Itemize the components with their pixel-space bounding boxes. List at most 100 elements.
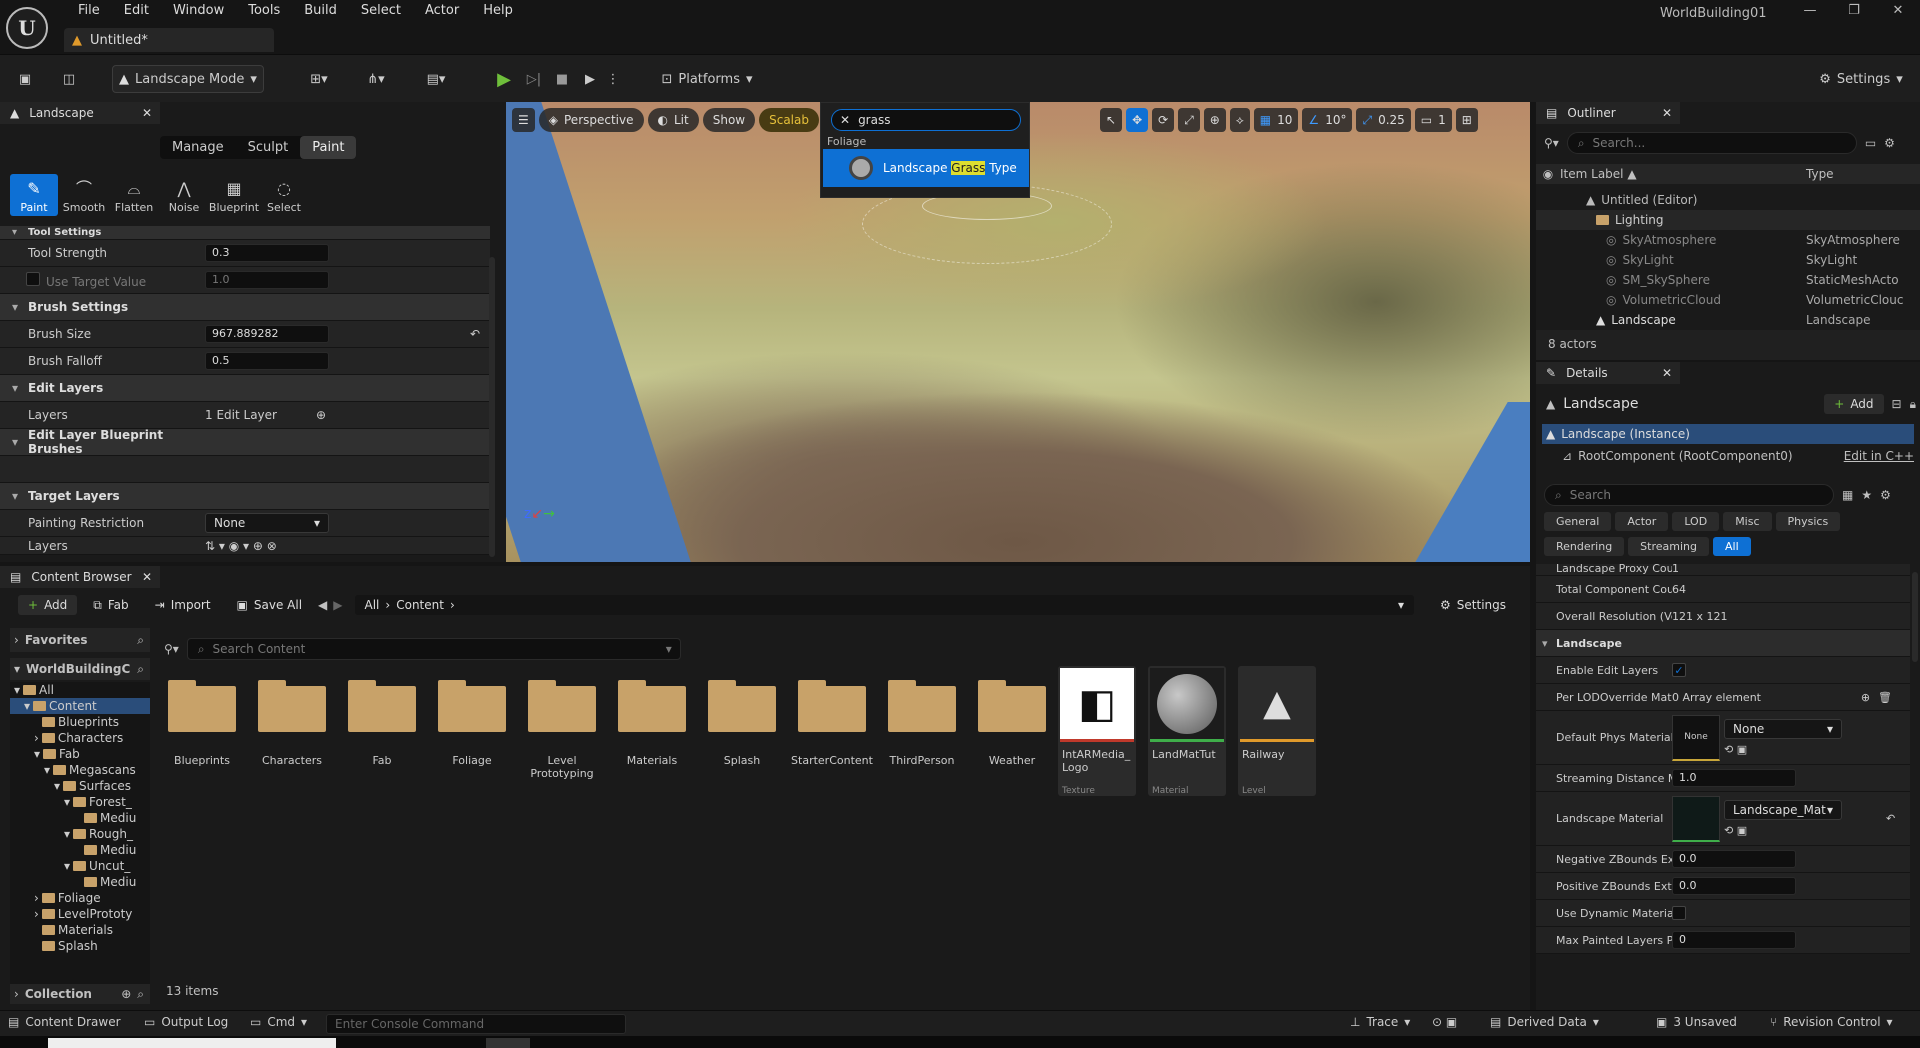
landscape-panel-tab[interactable]: ▲ Landscape ✕ (0, 102, 160, 124)
back-icon[interactable]: ◀ (318, 598, 327, 612)
tree-item[interactable]: ▾ Forest_ (10, 794, 150, 810)
landscape-material-dropdown[interactable]: Landscape_Mat ▾ (1724, 800, 1842, 820)
add-layer-icon[interactable]: ⊕ (316, 408, 326, 422)
target-value-input[interactable]: 1.0 (205, 271, 329, 289)
tree-item[interactable]: ▾ Megascans (10, 762, 150, 778)
scale-icon[interactable]: ⤢ (1178, 108, 1200, 132)
col-type[interactable]: Type (1806, 167, 1834, 181)
scrollbar[interactable] (1912, 572, 1918, 662)
folder-tile[interactable]: Blueprints (168, 670, 258, 800)
lock-icon[interactable]: 🔒︎ (1910, 397, 1916, 412)
section-edit-layers[interactable]: Edit Layers (0, 375, 490, 402)
section-landscape[interactable]: Landscape (1536, 630, 1910, 657)
table-view-icon[interactable]: ▦ (1842, 488, 1853, 502)
popup-result-item[interactable]: Landscape Grass Type (823, 149, 1029, 187)
step-icon[interactable]: ▷| (520, 65, 548, 93)
clear-search-icon[interactable]: ✕ (840, 113, 850, 127)
restore-icon[interactable]: ❐ (1832, 0, 1876, 22)
menu-help[interactable]: Help (471, 3, 525, 19)
project-root-header[interactable]: ▾ WorldBuildingC ⌕ (10, 658, 150, 680)
filter-lod[interactable]: LOD (1672, 512, 1720, 531)
settings-dropdown[interactable]: ⚙ Settings ▾ (1808, 65, 1914, 93)
asset-tile-level[interactable]: ▲ Railway Level (1238, 666, 1316, 796)
tab-sculpt[interactable]: Sculpt (236, 136, 301, 159)
status-icons[interactable]: ⊙ ▣ (1432, 1015, 1457, 1029)
section-target-layers[interactable]: Target Layers (0, 483, 490, 510)
use-dynamic-material-checkbox[interactable] (1672, 906, 1686, 920)
asset-tile-material[interactable]: LandMatTut Material (1148, 666, 1226, 796)
tree-item[interactable]: Mediu (10, 810, 150, 826)
close-icon[interactable]: ✕ (1662, 366, 1680, 380)
search-icon[interactable]: ⌕ (137, 662, 144, 677)
browse-icon[interactable]: ◫ (58, 65, 80, 93)
search-icon[interactable]: ⌕ (137, 987, 144, 1002)
stop-icon[interactable]: ■ (550, 65, 574, 93)
search-icon[interactable]: ⌕ (137, 633, 144, 648)
console-command-input[interactable]: Enter Console Command (326, 1014, 626, 1034)
content-search-input[interactable]: ⌕ Search Content ▾ (186, 638, 681, 660)
outliner-row[interactable]: ◎ SkyLight SkyLight (1536, 250, 1920, 270)
brush-falloff-input[interactable]: 0.5 (205, 352, 329, 370)
scrollbar[interactable] (489, 257, 495, 557)
eject-icon[interactable]: ▶ (576, 65, 604, 93)
save-icon[interactable]: ▣ (14, 65, 36, 93)
tree-item[interactable]: ▾ Uncut_ (10, 858, 150, 874)
blueprints-icon[interactable]: ⋔▾ (356, 65, 396, 93)
tree-item[interactable]: Blueprints (10, 714, 150, 730)
tree-item[interactable]: ▾ Surfaces (10, 778, 150, 794)
negative-zbounds-input[interactable]: 0.0 (1672, 850, 1796, 868)
tree-item[interactable]: Materials (10, 922, 150, 938)
tool-select[interactable]: ◌ Select (260, 174, 308, 216)
outliner-row-world[interactable]: ▲ Untitled (Editor) (1536, 190, 1920, 210)
close-icon[interactable]: ✕ (142, 570, 160, 584)
reset-icon[interactable]: ↶ (1886, 812, 1895, 825)
rotate-icon[interactable]: ⟳ (1152, 108, 1175, 132)
painting-restriction-dropdown[interactable]: None ▾ (205, 513, 329, 533)
menu-build[interactable]: Build (292, 3, 349, 19)
collections-header[interactable]: › Collection ⊕ ⌕ (10, 984, 150, 1004)
cinematics-icon[interactable]: ▤▾ (414, 65, 458, 93)
details-search-input[interactable]: ⌕ Search (1544, 484, 1834, 506)
section-edit-layer-bp-brushes[interactable]: Edit Layer Blueprint Brushes (0, 428, 490, 456)
edit-in-cpp-link[interactable]: Edit in C++ (1844, 449, 1914, 463)
filter-icon[interactable]: ⚲▾ (1544, 136, 1559, 150)
chevron-down-icon[interactable]: ▾ (1398, 598, 1404, 612)
menu-edit[interactable]: Edit (112, 3, 161, 19)
derived-data-dropdown[interactable]: ▤ Derived Data ▾ (1490, 1015, 1599, 1029)
menu-file[interactable]: File (66, 3, 112, 19)
platforms-dropdown[interactable]: ⊡ Platforms ▾ (658, 65, 756, 93)
menu-select[interactable]: Select (349, 3, 413, 19)
reset-icon[interactable]: ↶ (470, 327, 480, 341)
filter-general[interactable]: General (1544, 512, 1612, 531)
content-browser-tab[interactable]: ▤ Content Browser ✕ (0, 566, 160, 588)
delete-icon[interactable]: 🗑︎ (1878, 691, 1892, 704)
select-mode-icon[interactable]: ↖ (1100, 108, 1123, 132)
blueprint-icon[interactable]: ⊟ (1892, 397, 1902, 411)
tool-flatten[interactable]: ⌓ Flatten (110, 174, 158, 216)
favorite-star-icon[interactable]: ★ (1861, 488, 1872, 502)
filter-physics[interactable]: Physics (1775, 512, 1841, 531)
breadcrumb-all[interactable]: All (365, 598, 380, 612)
component-instance-row[interactable]: ▲ Landscape (Instance) (1542, 424, 1914, 444)
grid-snap[interactable]: ▦ 10 (1253, 108, 1299, 132)
outliner-row[interactable]: ◎ SM_SkySphere StaticMeshActo (1536, 270, 1920, 290)
section-tool-settings[interactable]: Tool Settings (0, 226, 490, 240)
layer-tools-icons[interactable]: ⇅ ▾ ◉ ▾ ⊕ ⊗ (205, 539, 490, 553)
scale-snap[interactable]: ⤢ 0.25 (1356, 108, 1411, 132)
phys-material-dropdown[interactable]: None ▾ (1724, 719, 1842, 739)
folder-tile[interactable]: Weather (978, 670, 1068, 800)
use-target-checkbox[interactable] (26, 271, 40, 286)
outliner-row[interactable]: ◎ VolumetricCloud VolumetricClouc (1536, 290, 1920, 310)
details-tab[interactable]: ✎ Details ✕ (1536, 362, 1680, 384)
folder-tile[interactable]: ThirdPerson (888, 670, 978, 800)
unsaved-button[interactable]: ▣ 3 Unsaved (1656, 1015, 1737, 1029)
content-drawer-button[interactable]: ▤ Content Drawer (8, 1015, 121, 1029)
tree-item[interactable]: Mediu (10, 874, 150, 890)
tree-item[interactable]: Mediu (10, 842, 150, 858)
tree-item[interactable]: ▾ Fab (10, 746, 150, 762)
fab-button[interactable]: ⧉ Fab (83, 595, 138, 616)
section-brush-settings[interactable]: Brush Settings (0, 294, 490, 321)
folder-tile[interactable]: Splash (708, 670, 798, 800)
filter-streaming[interactable]: Streaming (1628, 537, 1709, 556)
perspective-button[interactable]: ◈ Perspective (538, 108, 644, 132)
